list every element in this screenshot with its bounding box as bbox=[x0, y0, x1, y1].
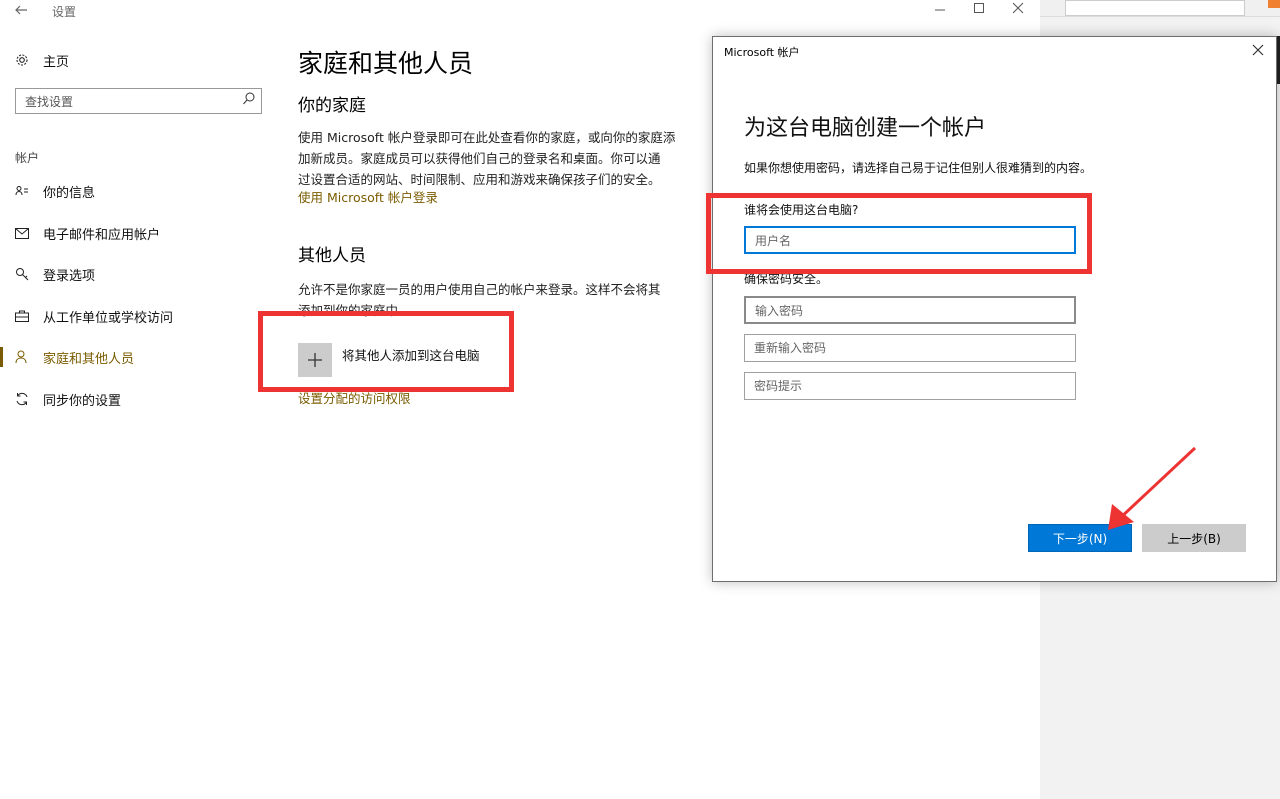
sidebar-item-label: 从工作单位或学校访问 bbox=[43, 310, 174, 326]
close-icon bbox=[1252, 44, 1264, 56]
back-arrow-icon[interactable] bbox=[14, 2, 28, 21]
search-icon bbox=[242, 91, 256, 111]
dialog-close-button[interactable] bbox=[1252, 41, 1264, 60]
window-title: 设置 bbox=[52, 5, 77, 19]
sidebar-item-work-school[interactable]: 从工作单位或学校访问 bbox=[0, 298, 270, 334]
family-description-line: 加新成员。家庭成员可以获得他们自己的登录名和桌面。你可以通 bbox=[298, 151, 661, 166]
mail-icon bbox=[15, 227, 29, 239]
password-field[interactable]: 输入密码 bbox=[744, 296, 1076, 324]
search-placeholder: 查找设置 bbox=[25, 95, 74, 109]
microsoft-signin-link[interactable]: 使用 Microsoft 帐户登录 bbox=[298, 187, 438, 206]
reenter-password-field[interactable]: 重新输入密码 bbox=[744, 334, 1076, 362]
sidebar-item-label: 同步你的设置 bbox=[43, 393, 122, 409]
sidebar-item-your-info[interactable]: 你的信息 bbox=[0, 173, 270, 209]
background-app-icon bbox=[1268, 0, 1280, 8]
others-heading: 其他人员 bbox=[298, 246, 366, 266]
others-description-line: 允许不是你家庭一员的用户使用自己的帐户来登录。这样不会将其 bbox=[298, 282, 661, 297]
search-input[interactable]: 查找设置 bbox=[15, 88, 262, 114]
family-description: 使用 Microsoft 帐户登录即可在此处查看你的家庭，或向你的家庭添 加新成… bbox=[298, 127, 690, 190]
family-description-line: 使用 Microsoft 帐户登录即可在此处查看你的家庭，或向你的家庭添 bbox=[298, 130, 676, 145]
dialog-heading: 为这台电脑创建一个帐户 bbox=[744, 116, 987, 141]
maximize-button[interactable] bbox=[964, 2, 994, 18]
annotation-highlight-box bbox=[706, 193, 1092, 274]
page-title: 家庭和其他人员 bbox=[298, 49, 474, 78]
person-icon bbox=[15, 350, 29, 364]
background-search-box bbox=[1065, 0, 1245, 16]
sync-icon bbox=[15, 392, 29, 406]
key-icon bbox=[15, 267, 29, 281]
sidebar-item-label: 电子邮件和应用帐户 bbox=[43, 227, 161, 243]
sidebar-home-label: 主页 bbox=[43, 54, 70, 70]
reenter-placeholder: 重新输入密码 bbox=[754, 341, 827, 355]
sidebar-item-email-accounts[interactable]: 电子邮件和应用帐户 bbox=[0, 215, 270, 251]
minimize-button[interactable] bbox=[925, 2, 955, 18]
password-placeholder: 输入密码 bbox=[755, 304, 804, 318]
close-button[interactable] bbox=[1003, 2, 1033, 18]
family-heading: 你的家庭 bbox=[298, 96, 366, 116]
dialog-title: Microsoft 帐户 bbox=[724, 46, 800, 59]
sidebar-item-family[interactable]: 家庭和其他人员 bbox=[0, 339, 270, 375]
gear-icon bbox=[15, 53, 29, 67]
background-browser-strip bbox=[1040, 0, 1280, 17]
sidebar-home[interactable]: 主页 bbox=[0, 42, 270, 78]
sidebar-section-title: 帐户 bbox=[15, 151, 40, 165]
sidebar-item-label: 登录选项 bbox=[43, 268, 96, 284]
hint-placeholder: 密码提示 bbox=[754, 379, 803, 393]
briefcase-icon bbox=[15, 310, 29, 322]
annotation-arrow bbox=[1108, 446, 1197, 530]
sidebar-item-sync[interactable]: 同步你的设置 bbox=[0, 381, 270, 417]
sidebar-item-signin-options[interactable]: 登录选项 bbox=[0, 256, 270, 292]
annotation-highlight-box bbox=[258, 311, 514, 392]
sidebar-item-label: 你的信息 bbox=[43, 185, 96, 201]
password-hint-field[interactable]: 密码提示 bbox=[744, 372, 1076, 400]
sidebar-item-label: 家庭和其他人员 bbox=[43, 351, 135, 367]
person-list-icon bbox=[15, 185, 29, 197]
dialog-description: 如果你想使用密码，请选择自己易于记住但别人很难猜到的内容。 bbox=[744, 161, 1093, 175]
